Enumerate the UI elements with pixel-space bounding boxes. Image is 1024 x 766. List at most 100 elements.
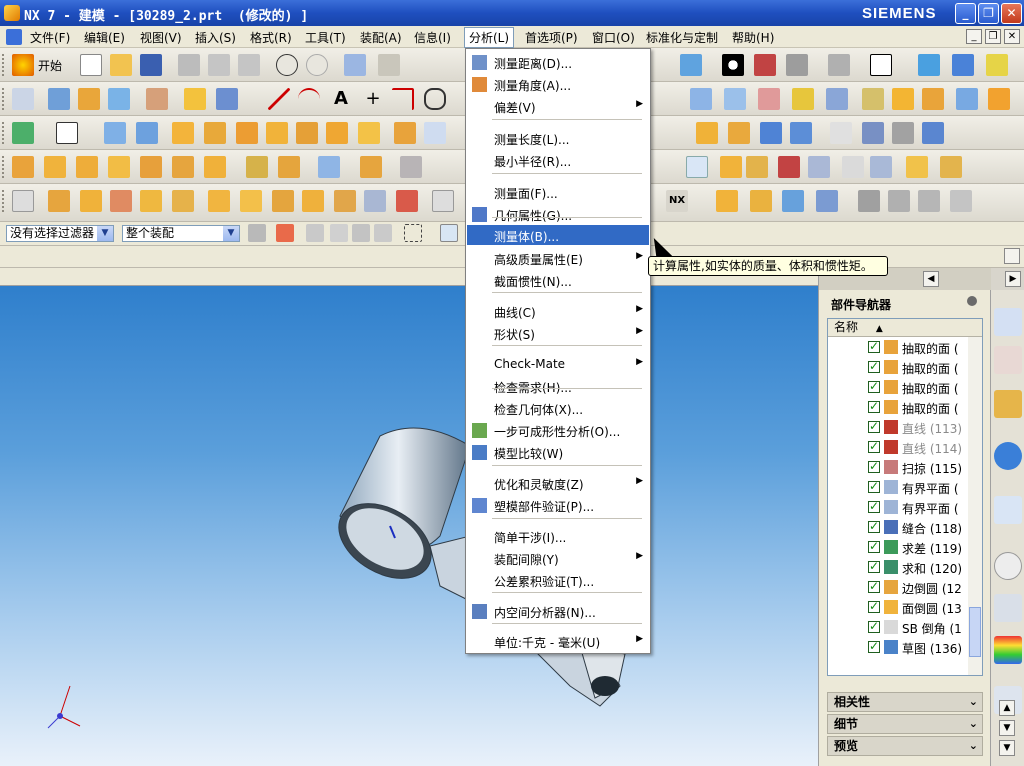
promote-icon[interactable] <box>318 156 340 178</box>
feature-row[interactable]: SB 倒角 (1 <box>828 617 968 637</box>
constraint-navigator-icon[interactable] <box>994 346 1022 374</box>
extract-icon[interactable] <box>246 156 268 178</box>
emboss-icon[interactable] <box>358 122 380 144</box>
resbar-scroll-up-icon[interactable]: ▲ <box>999 700 1015 716</box>
drawing-sheet-icon[interactable] <box>12 190 34 212</box>
feature-visibility-checkbox[interactable] <box>868 419 880 433</box>
thread-icon[interactable] <box>394 122 416 144</box>
navigator-back-icon[interactable]: ◀ <box>923 271 939 287</box>
line-tool-icon[interactable] <box>268 88 290 110</box>
text-tool-icon[interactable]: A <box>330 88 352 110</box>
resbar-scroll-down-icon[interactable]: ▼ <box>999 720 1015 736</box>
menu-standardize-customize[interactable]: 标准化与定制 <box>646 29 718 46</box>
feature-row[interactable]: 直线 (113) <box>828 417 968 437</box>
detail-view-icon[interactable] <box>110 190 132 212</box>
boss-icon[interactable] <box>172 122 194 144</box>
analysis-menu-item[interactable]: 几何属性(G)... <box>467 204 649 224</box>
hide-icon[interactable] <box>888 190 910 212</box>
analysis-menu-item[interactable]: 测量长度(L)... <box>467 128 649 148</box>
feature-visibility-checkbox[interactable] <box>868 399 880 413</box>
feature-row[interactable]: 抽取的面 ( <box>828 337 968 357</box>
invert-show-icon[interactable] <box>918 190 940 212</box>
analysis-menu-item[interactable]: 最小半径(R)... <box>467 150 649 170</box>
base-view-icon[interactable] <box>48 190 70 212</box>
arrow-icon[interactable] <box>306 224 324 242</box>
tree-scrollbar[interactable] <box>968 337 982 675</box>
redo-icon[interactable] <box>306 54 328 76</box>
light-icon[interactable] <box>828 54 850 76</box>
feature-visibility-checkbox[interactable] <box>868 479 880 493</box>
start-button-label[interactable]: 开始 <box>38 57 62 74</box>
analysis-menu-item[interactable]: 测量距离(D)... <box>467 52 649 72</box>
pin-icon[interactable] <box>967 296 977 306</box>
menu-assemblies[interactable]: 装配(A) <box>360 29 402 46</box>
analysis-menu-item[interactable]: 测量体(B)... <box>467 225 649 245</box>
swept-surface-icon[interactable] <box>758 88 780 110</box>
analysis-menu-item[interactable]: 一步可成形性分析(O)... <box>467 420 649 440</box>
app-menu-icon[interactable] <box>6 29 22 45</box>
select-all-icon[interactable] <box>248 224 266 242</box>
sketch-icon[interactable] <box>12 88 34 110</box>
analysis-menu-item[interactable]: 高级质量属性(E) ▶ <box>467 248 649 268</box>
feature-visibility-checkbox[interactable] <box>868 519 880 533</box>
process-studio-icon[interactable] <box>994 636 1022 664</box>
menu-insert[interactable]: 插入(S) <box>195 29 236 46</box>
measure-icon[interactable] <box>906 156 928 178</box>
projected-view-icon[interactable] <box>80 190 102 212</box>
cylinder-body-icon[interactable] <box>108 156 130 178</box>
feature-visibility-checkbox[interactable] <box>868 559 880 573</box>
split-body-icon[interactable] <box>790 122 812 144</box>
menu-window[interactable]: 窗口(O) <box>592 29 635 46</box>
rectangle-icon[interactable] <box>56 122 78 144</box>
feature-visibility-checkbox[interactable] <box>868 579 880 593</box>
menu-format[interactable]: 格式(R) <box>250 29 292 46</box>
select-edge-icon[interactable] <box>374 224 392 242</box>
datum-csys-icon[interactable] <box>720 156 742 178</box>
body-color-icon[interactable] <box>778 156 800 178</box>
layer-icon[interactable] <box>716 190 738 212</box>
menu-tools[interactable]: 工具(T) <box>305 29 346 46</box>
analysis-menu-item[interactable]: 模型比较(W) <box>467 442 649 462</box>
mirror-icon[interactable] <box>204 156 226 178</box>
background-color-icon[interactable] <box>870 54 892 76</box>
analysis-menu-item[interactable]: 截面惯性(N)... <box>467 270 649 290</box>
datum-plane-icon[interactable] <box>184 88 206 110</box>
assembly-navigator-icon[interactable] <box>994 308 1022 336</box>
slot-icon[interactable] <box>266 122 288 144</box>
mesh-surface-icon[interactable] <box>724 88 746 110</box>
feature-visibility-checkbox[interactable] <box>868 339 880 353</box>
wrap-icon[interactable] <box>400 156 422 178</box>
draft-icon[interactable] <box>728 122 750 144</box>
delete-face-icon[interactable] <box>830 122 852 144</box>
snap-grid-icon[interactable] <box>440 224 458 242</box>
note-icon[interactable] <box>240 190 262 212</box>
block-icon[interactable] <box>104 122 126 144</box>
snap-point-icon[interactable] <box>276 224 294 242</box>
trim-icon[interactable] <box>826 88 848 110</box>
menu-analysis[interactable]: 分析(L) <box>464 27 515 48</box>
analysis-menu-item[interactable]: 塑模部件验证(P)... <box>467 495 649 515</box>
doc-minimize-button[interactable]: _ <box>966 29 982 44</box>
analysis-vector-icon[interactable] <box>686 156 708 178</box>
menu-preferences[interactable]: 首选项(P) <box>525 29 578 46</box>
selection-intent-icon[interactable] <box>330 224 348 242</box>
render-style-icon[interactable] <box>722 54 744 76</box>
scrollbar-thumb[interactable] <box>969 607 981 657</box>
replace-face-icon[interactable] <box>862 122 884 144</box>
feature-visibility-checkbox[interactable] <box>868 539 880 553</box>
extrude-icon[interactable] <box>48 88 70 110</box>
analysis-menu-item[interactable]: 形状(S) ▶ <box>467 323 649 343</box>
doc-restore-button[interactable]: ❐ <box>985 29 1001 44</box>
parts-list-icon[interactable] <box>432 190 454 212</box>
snap-icon[interactable] <box>842 156 864 178</box>
rectangle-select-icon[interactable] <box>404 224 422 242</box>
selection-filter-select[interactable]: 没有选择过滤器 ▼ <box>6 225 114 242</box>
pocket-icon[interactable] <box>204 122 226 144</box>
menu-help[interactable]: 帮助(H) <box>732 29 774 46</box>
analysis-menu-item[interactable]: 装配间隙(Y) ▶ <box>467 548 649 568</box>
section-dependencies[interactable]: 相关性 ⌄ <box>827 692 983 712</box>
analysis-menu-item[interactable]: 公差累积验证(T)... <box>467 570 649 590</box>
filter-icon[interactable] <box>870 156 892 178</box>
command-finder-icon[interactable] <box>378 54 400 76</box>
analysis-menu-item[interactable]: 优化和灵敏度(Z) ▶ <box>467 473 649 493</box>
